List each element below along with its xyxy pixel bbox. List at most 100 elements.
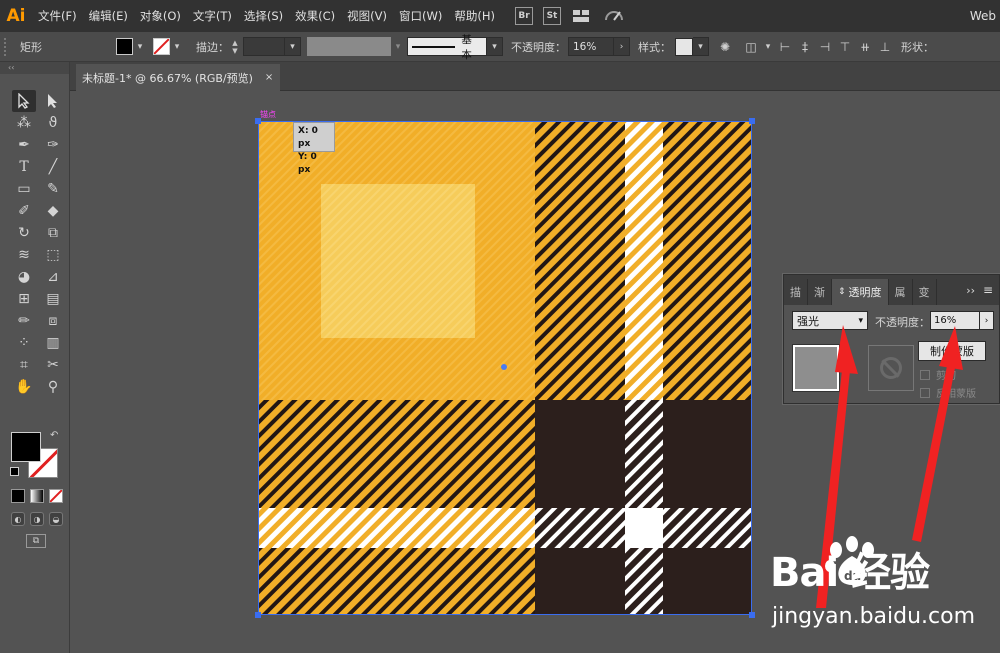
object-thumbnail[interactable] <box>792 344 840 392</box>
free-transform-tool-icon[interactable]: ⬚ <box>41 244 65 266</box>
profile-dropdown-icon[interactable]: ▾ <box>391 37 405 57</box>
handle-top-left[interactable] <box>255 118 261 124</box>
handle-top-right[interactable] <box>749 118 755 124</box>
none-mode-icon[interactable] <box>49 489 63 503</box>
curvature-tool-icon[interactable]: ✑ <box>41 134 65 156</box>
draw-behind-icon[interactable]: ◑ <box>30 512 44 526</box>
screen-mode-icon[interactable]: ⧉ <box>26 534 46 548</box>
stroke-weight-spinner[interactable]: ▲ ▼ <box>229 37 241 56</box>
control-bar-grip[interactable] <box>4 37 10 56</box>
blend-tool-icon[interactable]: ⧈ <box>41 310 65 332</box>
align-vcenter-icon[interactable]: ⧺ <box>855 37 875 57</box>
invert-mask-checkbox[interactable] <box>920 387 930 398</box>
align-top-icon[interactable]: ⊤ <box>835 37 855 57</box>
direct-selection-tool-icon[interactable] <box>41 90 65 112</box>
gradient-tool-icon[interactable]: ▤ <box>41 288 65 310</box>
clip-option[interactable]: 剪切 <box>920 367 956 382</box>
align-to-selection-icon[interactable]: ◫ <box>741 37 761 57</box>
lasso-tool-icon[interactable]: ϑ <box>41 112 65 134</box>
menu-object[interactable]: 对象(O) <box>134 0 187 32</box>
tools-panel-collapse[interactable]: ‹‹ <box>0 62 69 74</box>
eyedropper-tool-icon[interactable]: ✏ <box>12 310 36 332</box>
opacity-mask-slot[interactable] <box>868 345 914 391</box>
close-document-icon[interactable]: × <box>265 72 273 83</box>
invert-mask-option[interactable]: 反相蒙版 <box>920 385 976 400</box>
graphic-style-swatch[interactable] <box>675 37 693 56</box>
panel-expand-icon[interactable]: ›› <box>966 284 975 297</box>
align-bottom-icon[interactable]: ⊥ <box>875 37 895 57</box>
artboard-tool-icon[interactable]: ⌗ <box>12 354 36 376</box>
bridge-button[interactable]: Br <box>514 7 533 25</box>
color-mode-icon[interactable] <box>11 489 25 503</box>
column-graph-tool-icon[interactable]: ▥ <box>41 332 65 354</box>
align-to-dropdown-icon[interactable]: ▾ <box>761 37 775 57</box>
slice-tool-icon[interactable]: ✂ <box>41 354 65 376</box>
eraser-tool-icon[interactable]: ◆ <box>41 200 65 222</box>
menu-view[interactable]: 视图(V) <box>341 0 393 32</box>
draw-normal-icon[interactable]: ◐ <box>11 512 25 526</box>
tab-stroke[interactable]: 描 <box>784 279 808 305</box>
stock-button[interactable]: St <box>542 7 561 25</box>
rotate-tool-icon[interactable]: ↻ <box>12 222 36 244</box>
magic-wand-tool-icon[interactable]: ⁂ <box>12 112 36 134</box>
menu-effect[interactable]: 效果(C) <box>289 0 341 32</box>
stroke-weight-dropdown[interactable]: ▾ <box>285 37 301 56</box>
workspace-switcher[interactable]: Web <box>970 0 996 32</box>
symbol-sprayer-tool-icon[interactable]: ⁘ <box>12 332 36 354</box>
recolor-artwork-icon[interactable]: ✺ <box>715 37 735 57</box>
selection-tool-icon[interactable] <box>12 90 36 112</box>
menu-help[interactable]: 帮助(H) <box>448 0 501 32</box>
brush-dropdown[interactable]: ▾ <box>487 37 503 56</box>
stroke-weight-field[interactable] <box>243 37 285 56</box>
hand-tool-icon[interactable]: ✋ <box>12 376 36 398</box>
perspective-grid-tool-icon[interactable]: ⊿ <box>41 266 65 288</box>
default-fill-stroke-icon[interactable] <box>10 467 19 476</box>
paintbrush-tool-icon[interactable]: ✎ <box>41 178 65 200</box>
panel-opacity-field[interactable]: 16% <box>930 311 980 330</box>
fill-color-box[interactable] <box>11 432 41 462</box>
gpu-performance-icon[interactable] <box>603 7 625 25</box>
tab-attributes[interactable]: 属 <box>889 279 913 305</box>
center-point[interactable] <box>501 364 507 370</box>
fill-swatch[interactable] <box>116 38 133 55</box>
document-tab[interactable]: 未标题-1* @ 66.67% (RGB/预览) × <box>76 64 280 91</box>
brush-definition[interactable]: 基本 <box>407 34 487 61</box>
handle-bottom-left[interactable] <box>255 612 261 618</box>
clip-checkbox[interactable] <box>920 369 930 380</box>
tab-transform[interactable]: 变 <box>913 279 937 305</box>
menu-edit[interactable]: 编辑(E) <box>83 0 134 32</box>
mesh-tool-icon[interactable]: ⊞ <box>12 288 36 310</box>
make-mask-button[interactable]: 制作蒙版 <box>918 341 986 361</box>
align-right-icon[interactable]: ⊣ <box>815 37 835 57</box>
menu-select[interactable]: 选择(S) <box>238 0 289 32</box>
menu-file[interactable]: 文件(F) <box>32 0 83 32</box>
tab-transparency[interactable]: ⇕ 透明度 <box>832 279 889 305</box>
handle-bottom-right[interactable] <box>749 612 755 618</box>
scale-tool-icon[interactable]: ⧉ <box>41 222 65 244</box>
line-segment-tool-icon[interactable]: ╱ <box>41 156 65 178</box>
blend-mode-select[interactable]: 强光 ▾ <box>792 311 868 330</box>
variable-width-profile[interactable] <box>307 37 391 56</box>
panel-opacity-slider-button[interactable]: › <box>980 311 994 330</box>
gradient-mode-icon[interactable] <box>30 489 44 503</box>
panel-menu-icon[interactable]: ≡ <box>983 283 993 297</box>
menu-type[interactable]: 文字(T) <box>187 0 238 32</box>
align-left-icon[interactable]: ⊢ <box>775 37 795 57</box>
width-tool-icon[interactable]: ≋ <box>12 244 36 266</box>
rectangle-tool-icon[interactable]: ▭ <box>12 178 36 200</box>
shaper-tool-icon[interactable]: ✐ <box>12 200 36 222</box>
draw-inside-icon[interactable]: ◒ <box>49 512 63 526</box>
menu-window[interactable]: 窗口(W) <box>393 0 448 32</box>
tab-gradient[interactable]: 渐 <box>808 279 832 305</box>
stroke-swatch[interactable] <box>153 38 170 55</box>
opacity-field[interactable]: 16% <box>568 37 614 56</box>
stroke-dropdown-icon[interactable]: ▾ <box>170 37 184 57</box>
fill-dropdown-icon[interactable]: ▾ <box>133 37 147 57</box>
pen-tool-icon[interactable]: ✒ <box>12 134 36 156</box>
align-hcenter-icon[interactable]: ‡ <box>795 37 815 57</box>
graphic-style-dropdown[interactable]: ▾ <box>693 37 709 56</box>
arrange-documents-icon[interactable] <box>571 7 593 25</box>
type-tool-icon[interactable]: T <box>12 156 36 178</box>
opacity-slider-button[interactable]: › <box>614 37 630 56</box>
swap-fill-stroke-icon[interactable]: ↶ <box>50 430 58 441</box>
